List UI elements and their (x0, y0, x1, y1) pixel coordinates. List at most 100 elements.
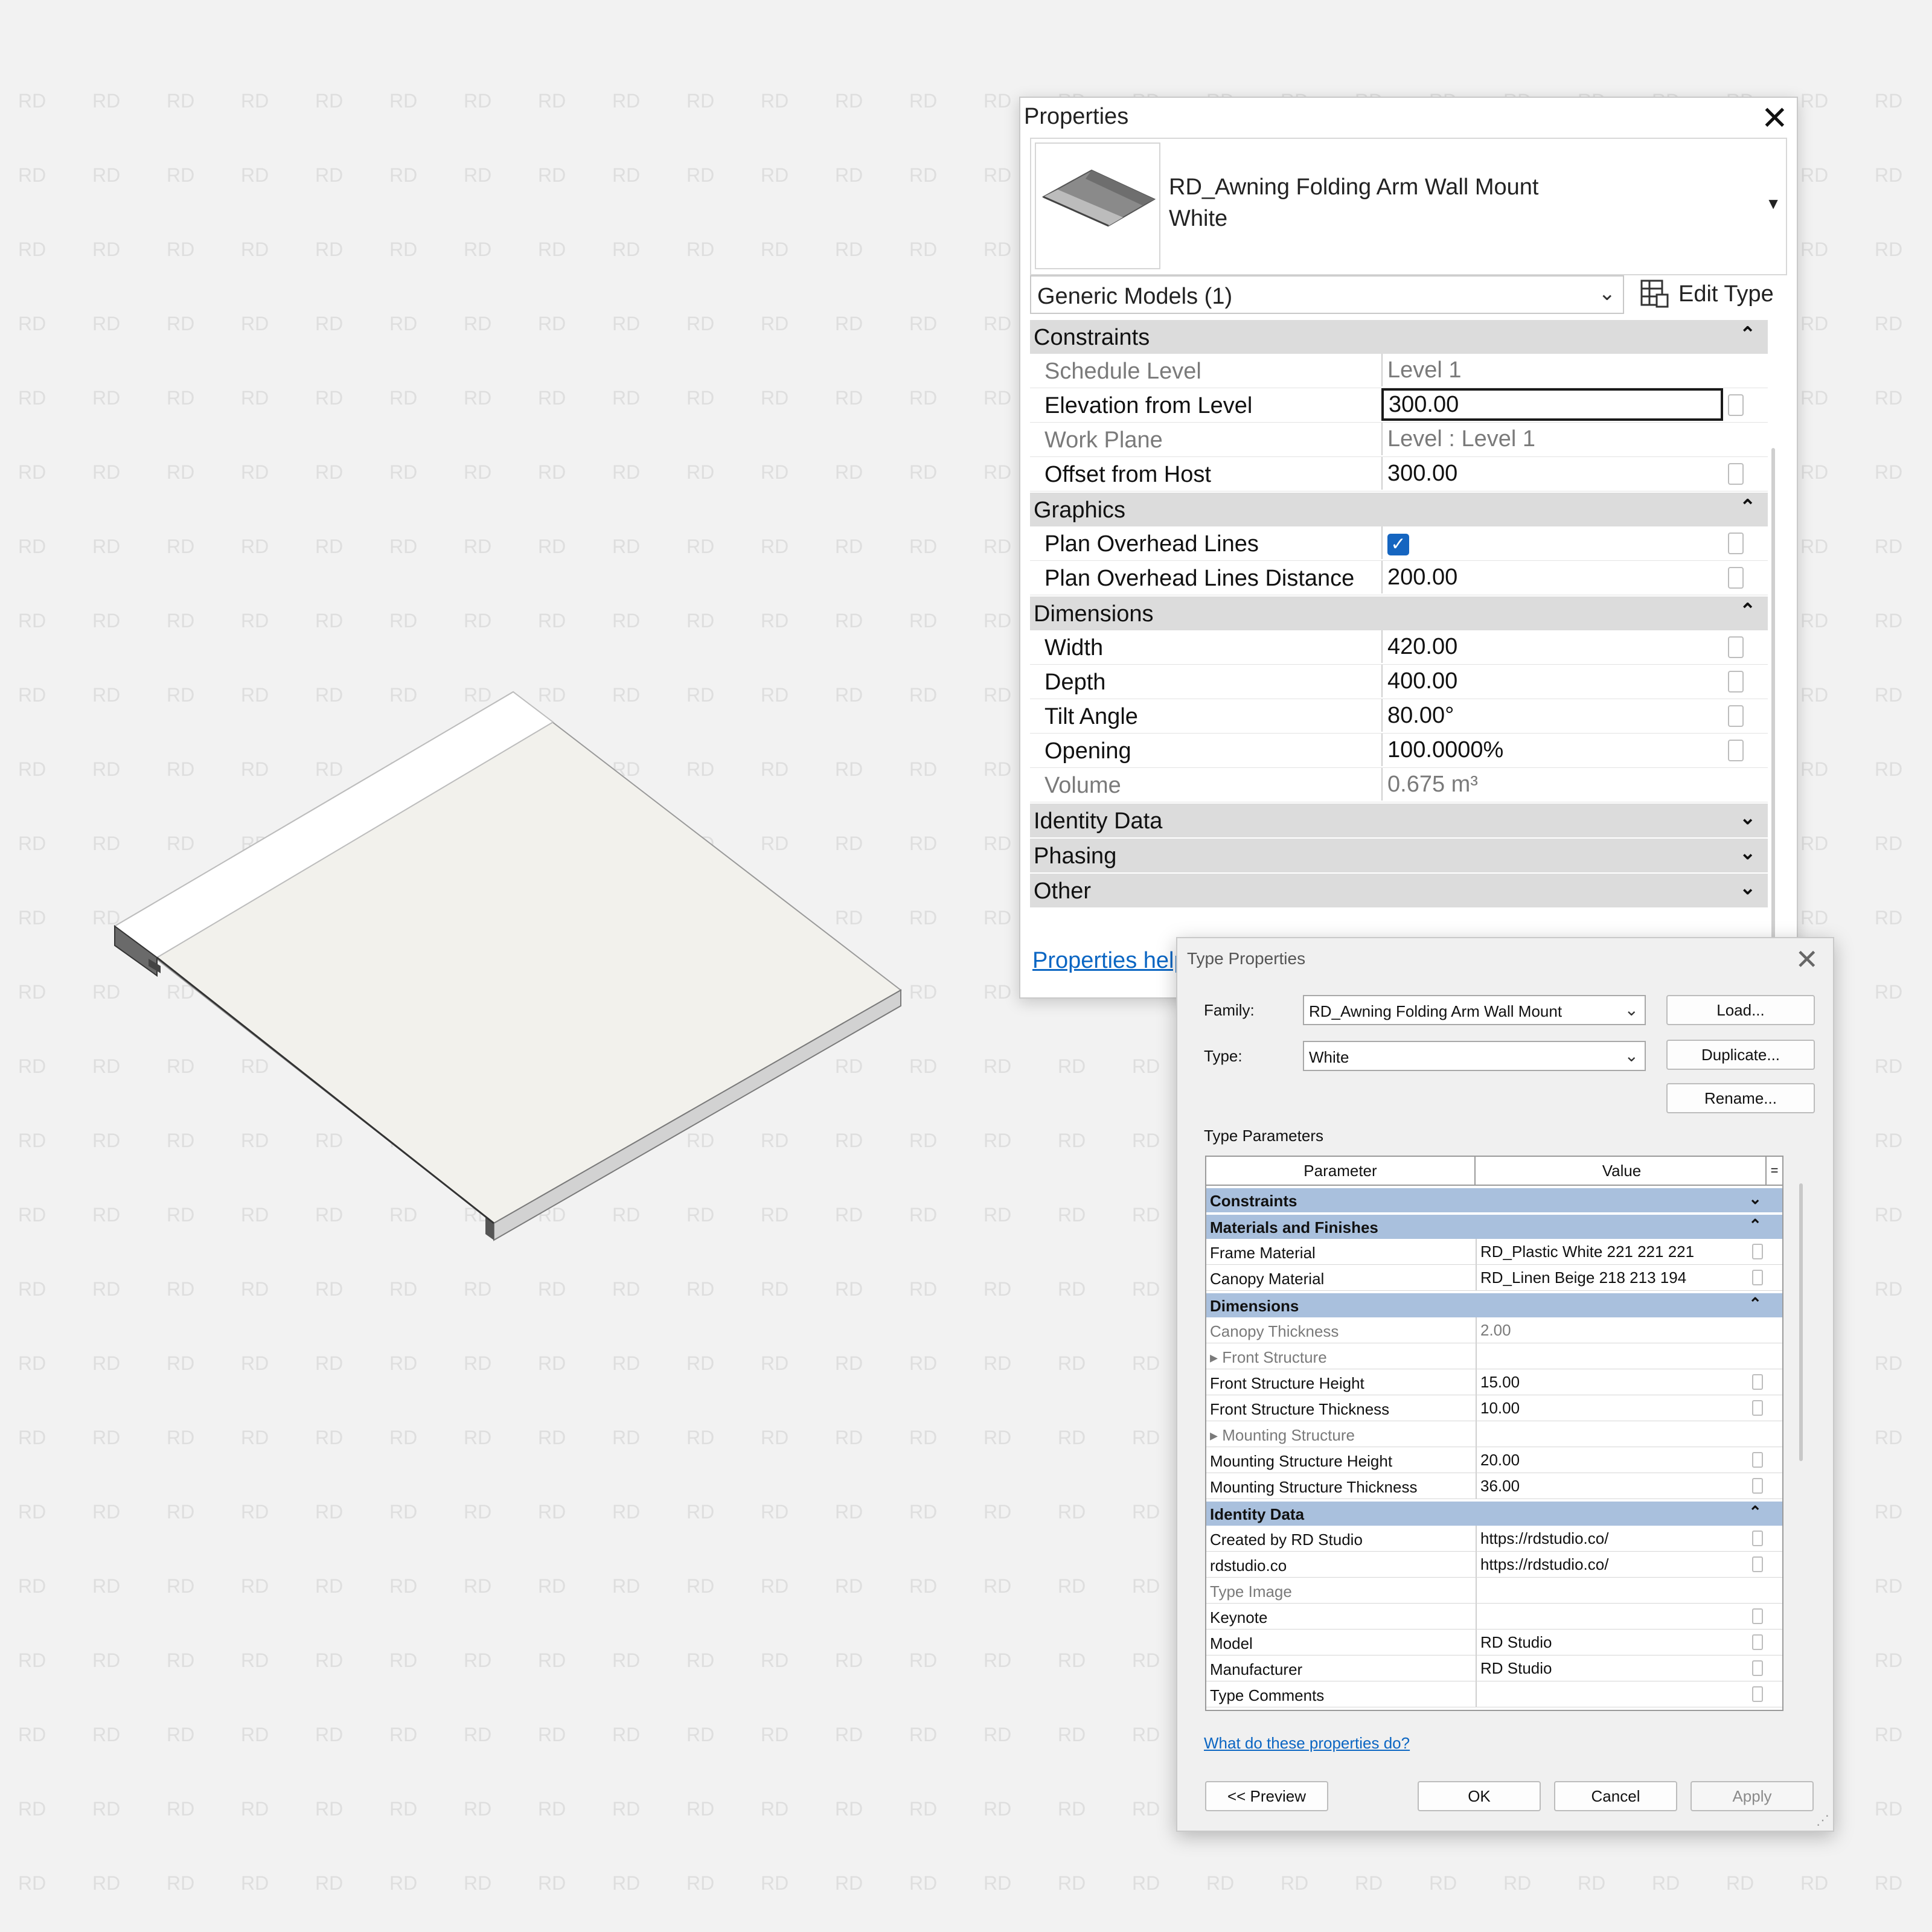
group-header-other[interactable]: Other ⌄ (1030, 874, 1768, 907)
preview-button[interactable]: << Preview (1205, 1781, 1328, 1811)
properties-help-link[interactable]: What do these properties do? (1204, 1734, 1410, 1753)
parameter-value[interactable]: https://rdstudio.co/ (1476, 1526, 1768, 1551)
parameter-value[interactable]: 36.00 (1476, 1473, 1768, 1499)
cancel-button[interactable]: Cancel (1554, 1781, 1677, 1811)
property-value[interactable]: 80.00° (1381, 699, 1723, 732)
resize-grip-icon[interactable]: ⋰ (1816, 1812, 1829, 1828)
edit-type-label: Edit Type (1678, 281, 1774, 307)
parameter-value[interactable]: RD_Linen Beige 218 213 194 (1476, 1265, 1768, 1290)
parameter-value[interactable]: RD Studio (1476, 1630, 1768, 1655)
group-header-dimensions[interactable]: Dimensions ⌃ (1030, 597, 1768, 630)
property-value[interactable]: 200.00 (1381, 561, 1723, 593)
type-group-header-materials-and-finishes[interactable]: Materials and Finishes ⌃ (1206, 1215, 1782, 1239)
load-button[interactable]: Load... (1666, 995, 1815, 1025)
collapse-icon[interactable]: ⌃ (1739, 599, 1756, 622)
category-filter-select[interactable]: Generic Models (1) ⌄ (1030, 275, 1624, 314)
parameter-value[interactable] (1476, 1604, 1768, 1629)
type-select[interactable]: White ⌄ (1303, 1041, 1646, 1071)
ok-button[interactable]: OK (1418, 1781, 1541, 1811)
associate-parameter-button[interactable] (1752, 1608, 1763, 1624)
property-value[interactable]: ✓ (1381, 526, 1723, 559)
edit-type-button[interactable]: Edit Type (1640, 274, 1774, 314)
type-properties-title: Type Properties (1187, 949, 1306, 968)
associate-parameter-button[interactable] (1752, 1452, 1763, 1468)
type-selector[interactable]: RD_Awning Folding Arm Wall Mount White ▼ (1030, 138, 1787, 275)
properties-help-link[interactable]: Properties help (1032, 948, 1187, 974)
parameter-value[interactable] (1476, 1681, 1768, 1707)
property-value[interactable]: 300.00 (1381, 388, 1723, 421)
parameter-value[interactable]: 15.00 (1476, 1369, 1768, 1395)
parameter-name: Frame Material (1210, 1244, 1316, 1262)
properties-palette: Properties ✕ RD_Awning Folding Arm Wall … (1019, 97, 1798, 999)
type-group-header-identity-data[interactable]: Identity Data ⌃ (1206, 1502, 1782, 1526)
family-label: Family: (1204, 1001, 1255, 1019)
family-select[interactable]: RD_Awning Folding Arm Wall Mount ⌄ (1303, 995, 1646, 1025)
property-name: Volume (1044, 773, 1121, 798)
expand-icon[interactable]: ⌄ (1739, 841, 1756, 864)
associate-parameter-button[interactable] (1752, 1374, 1763, 1390)
type-group-header-dimensions[interactable]: Dimensions ⌃ (1206, 1293, 1782, 1317)
group-header-identity-data[interactable]: Identity Data ⌄ (1030, 804, 1768, 837)
parameter-value[interactable]: 10.00 (1476, 1395, 1768, 1421)
duplicate-button[interactable]: Duplicate... (1666, 1040, 1815, 1070)
property-name: Width (1044, 635, 1104, 661)
equals-column-header[interactable]: = (1765, 1157, 1782, 1185)
parameter-value (1476, 1421, 1768, 1447)
type-parameter-row: Type Image (1206, 1578, 1782, 1604)
expand-icon[interactable]: ⌄ (1748, 1189, 1762, 1208)
parameter-value (1476, 1578, 1768, 1603)
associate-parameter-button[interactable] (1728, 740, 1744, 761)
associate-parameter-button[interactable] (1752, 1556, 1763, 1572)
group-label: Dimensions (1210, 1297, 1299, 1315)
associate-parameter-button[interactable] (1752, 1660, 1763, 1676)
associate-parameter-button[interactable] (1752, 1634, 1763, 1650)
associate-parameter-button[interactable] (1728, 463, 1744, 485)
type-parameters-scrollbar[interactable] (1799, 1183, 1803, 1461)
associate-parameter-button[interactable] (1728, 567, 1744, 589)
associate-parameter-button[interactable] (1752, 1531, 1763, 1546)
associate-parameter-button[interactable] (1752, 1686, 1763, 1702)
parameter-name: Type Comments (1210, 1686, 1325, 1704)
close-icon[interactable]: ✕ (1761, 99, 1788, 137)
collapse-icon[interactable]: ⌃ (1739, 495, 1756, 518)
associate-parameter-button[interactable] (1728, 533, 1744, 554)
parameter-value[interactable]: RD Studio (1476, 1655, 1768, 1681)
associate-parameter-button[interactable] (1752, 1478, 1763, 1494)
collapse-icon[interactable]: ⌃ (1739, 322, 1756, 345)
property-row-work-plane: Work Plane Level : Level 1 (1030, 423, 1768, 457)
associate-parameter-button[interactable] (1752, 1244, 1763, 1259)
associate-parameter-button[interactable] (1728, 636, 1744, 658)
properties-scrollbar[interactable] (1771, 448, 1775, 979)
group-header-constraints[interactable]: Constraints ⌃ (1030, 320, 1768, 354)
associate-parameter-button[interactable] (1752, 1270, 1763, 1285)
property-name: Work Plane (1044, 427, 1163, 453)
collapse-icon[interactable]: ⌃ (1748, 1503, 1762, 1521)
group-header-phasing[interactable]: Phasing ⌄ (1030, 839, 1768, 872)
parameter-value[interactable]: RD_Plastic White 221 221 221 (1476, 1239, 1768, 1264)
property-value[interactable]: 400.00 (1381, 665, 1723, 697)
rename-button[interactable]: Rename... (1666, 1083, 1815, 1113)
parameter-name: Manufacturer (1210, 1660, 1303, 1678)
associate-parameter-button[interactable] (1728, 394, 1744, 416)
parameter-value[interactable]: https://rdstudio.co/ (1476, 1552, 1768, 1577)
collapse-icon[interactable]: ⌃ (1748, 1294, 1762, 1313)
type-parameter-row: Type Comments (1206, 1681, 1782, 1707)
type-dropdown-icon[interactable]: ▼ (1765, 194, 1781, 213)
type-group-header-constraints[interactable]: Constraints ⌄ (1206, 1188, 1782, 1212)
associate-parameter-button[interactable] (1728, 705, 1744, 727)
parameter-name: Front Structure Height (1210, 1374, 1364, 1392)
parameter-value[interactable]: 20.00 (1476, 1447, 1768, 1473)
expand-icon[interactable]: ⌄ (1739, 876, 1756, 899)
checkbox-checked-icon[interactable]: ✓ (1387, 534, 1409, 555)
associate-parameter-button[interactable] (1752, 1400, 1763, 1416)
type-label: Type: (1204, 1047, 1243, 1065)
property-value[interactable]: 420.00 (1381, 630, 1723, 663)
property-value[interactable]: 100.0000% (1381, 734, 1723, 766)
apply-button[interactable]: Apply (1690, 1781, 1814, 1811)
associate-parameter-button[interactable] (1728, 671, 1744, 693)
collapse-icon[interactable]: ⌃ (1748, 1216, 1762, 1235)
property-value[interactable]: 300.00 (1381, 457, 1723, 490)
expand-icon[interactable]: ⌄ (1739, 806, 1756, 829)
group-header-graphics[interactable]: Graphics ⌃ (1030, 493, 1768, 526)
close-icon[interactable]: ✕ (1795, 943, 1818, 976)
